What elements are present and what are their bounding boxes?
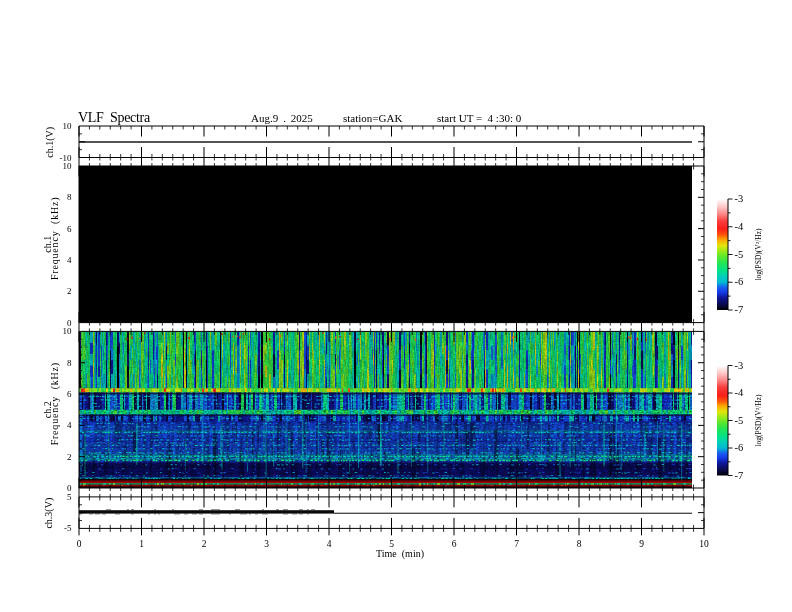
svg-text:station=GAK: station=GAK <box>343 112 402 124</box>
svg-text:3: 3 <box>264 539 269 549</box>
svg-text:-7: -7 <box>735 470 744 481</box>
svg-text:-7: -7 <box>735 304 744 315</box>
svg-text:start UT = 4 :30: 0: start UT = 4 :30: 0 <box>437 112 522 124</box>
svg-text:10: 10 <box>63 161 73 171</box>
svg-text:-5: -5 <box>735 415 744 426</box>
svg-text:4: 4 <box>67 420 72 430</box>
svg-text:6: 6 <box>67 224 72 234</box>
svg-text:log(PSD)(V2/Hz): log(PSD)(V2/Hz) <box>754 394 763 447</box>
svg-text:-6: -6 <box>735 442 744 453</box>
svg-text:6: 6 <box>452 539 457 549</box>
svg-text:4: 4 <box>67 255 72 265</box>
svg-text:8: 8 <box>577 539 582 549</box>
svg-text:-3: -3 <box>735 360 744 371</box>
svg-text:5: 5 <box>67 492 72 502</box>
svg-text:10: 10 <box>63 121 73 131</box>
svg-text:Time (min): Time (min) <box>376 548 424 560</box>
svg-text:1: 1 <box>139 539 144 549</box>
svg-text:0: 0 <box>77 539 82 549</box>
svg-text:ch.1(V): ch.1(V) <box>44 127 56 158</box>
svg-text:-6: -6 <box>735 276 744 287</box>
svg-text:Frequency (kHz): Frequency (kHz) <box>49 362 61 445</box>
svg-text:Frequency (kHz): Frequency (kHz) <box>49 197 61 280</box>
svg-text:log(PSD)(V2/Hz): log(PSD)(V2/Hz) <box>754 228 763 281</box>
svg-text:7: 7 <box>514 539 519 549</box>
svg-text:9: 9 <box>639 539 644 549</box>
svg-text:2: 2 <box>67 452 72 462</box>
svg-text:-5: -5 <box>735 249 744 260</box>
svg-text:4: 4 <box>327 539 332 549</box>
svg-text:ch.3(V): ch.3(V) <box>44 498 56 529</box>
svg-text:10: 10 <box>699 539 709 549</box>
svg-text:8: 8 <box>67 358 72 368</box>
svg-text:2: 2 <box>202 539 207 549</box>
svg-text:VLF Spectra: VLF Spectra <box>78 110 151 125</box>
svg-text:-3: -3 <box>735 193 744 204</box>
svg-text:-4: -4 <box>735 387 744 398</box>
svg-text:Aug.9 . 2025: Aug.9 . 2025 <box>251 112 313 124</box>
svg-text:6: 6 <box>67 389 72 399</box>
svg-text:10: 10 <box>63 326 73 336</box>
svg-text:2: 2 <box>67 286 72 296</box>
svg-text:8: 8 <box>67 192 72 202</box>
svg-text:-5: -5 <box>64 523 72 533</box>
svg-text:-4: -4 <box>735 221 744 232</box>
